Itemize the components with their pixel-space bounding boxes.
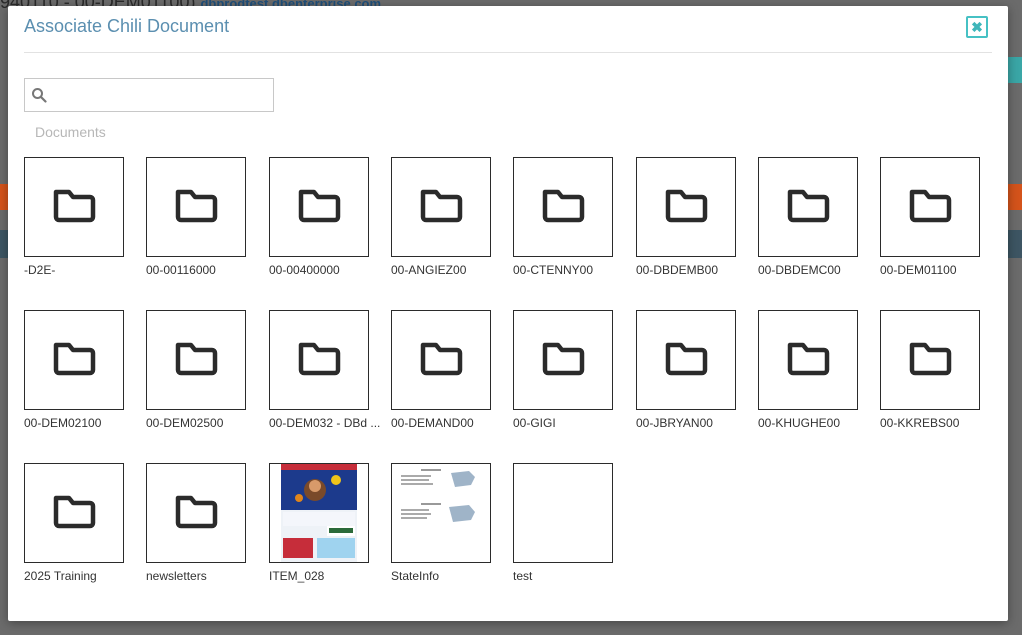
document-preview[interactable] xyxy=(513,463,613,563)
folder-tile[interactable]: 00-DEM02500 xyxy=(146,310,246,430)
background-header-bar xyxy=(1006,230,1022,258)
folder-tile[interactable]: 00-KHUGHE00 xyxy=(758,310,858,430)
tile-label: 00-DBDEMC00 xyxy=(758,263,841,277)
folder-thumbnail[interactable] xyxy=(24,157,124,257)
tile-label: ITEM_028 xyxy=(269,569,325,583)
tile-label: 00-ANGIEZ00 xyxy=(391,263,467,277)
folder-icon xyxy=(52,340,96,381)
folder-icon xyxy=(908,340,952,381)
tile-label: 2025 Training xyxy=(24,569,97,583)
search-box xyxy=(24,78,274,113)
associate-document-dialog: Associate Chili Document ✖ Documents -D2… xyxy=(8,6,1008,621)
folder-thumbnail[interactable] xyxy=(24,463,124,563)
folder-icon xyxy=(52,187,96,228)
folder-thumbnail[interactable] xyxy=(758,157,858,257)
folder-thumbnail[interactable] xyxy=(146,310,246,410)
folder-thumbnail[interactable] xyxy=(880,310,980,410)
folder-icon xyxy=(664,187,708,228)
folder-icon xyxy=(541,340,585,381)
folder-icon xyxy=(664,340,708,381)
search-input[interactable] xyxy=(53,79,272,113)
document-tile[interactable]: ITEM_028 xyxy=(269,463,369,583)
folder-tile[interactable]: 00-DEM01100 xyxy=(880,157,980,277)
folder-thumbnail[interactable] xyxy=(636,310,736,410)
folder-icon xyxy=(419,187,463,228)
folder-tile[interactable]: 00-DEMAND00 xyxy=(391,310,491,430)
folder-icon xyxy=(786,340,830,381)
tile-label: 00-DBDEMB00 xyxy=(636,263,719,277)
folder-icon xyxy=(786,187,830,228)
folder-thumbnail[interactable] xyxy=(513,157,613,257)
folder-icon xyxy=(297,187,341,228)
tile-label: 00-00400000 xyxy=(269,263,340,277)
tile-label: newsletters xyxy=(146,569,207,583)
tile-label: 00-GIGI xyxy=(513,416,556,430)
folder-thumbnail[interactable] xyxy=(146,157,246,257)
tile-label: StateInfo xyxy=(391,569,440,583)
folder-icon xyxy=(297,340,341,381)
folder-tile[interactable]: 00-DBDEMB00 xyxy=(636,157,736,277)
tile-label: 00-00116000 xyxy=(146,263,216,277)
folder-thumbnail[interactable] xyxy=(391,157,491,257)
divider xyxy=(24,52,992,53)
folder-tile[interactable]: 00-DEM032 - DBd ... xyxy=(269,310,380,430)
document-thumbnail xyxy=(281,464,357,562)
tile-label: 00-DEM02100 xyxy=(24,416,102,430)
folder-tile[interactable]: 2025 Training xyxy=(24,463,124,583)
folder-tile[interactable]: 00-DBDEMC00 xyxy=(758,157,858,277)
folder-thumbnail[interactable] xyxy=(758,310,858,410)
background-button xyxy=(1006,57,1022,83)
folder-tile[interactable]: 00-GIGI xyxy=(513,310,613,430)
document-tile[interactable]: StateInfo xyxy=(391,463,491,583)
folder-tile[interactable]: 00-DEM02100 xyxy=(24,310,124,430)
folder-tile[interactable]: 00-00400000 xyxy=(269,157,369,277)
times-icon: ✖ xyxy=(971,18,983,35)
tile-label: 00-DEM02500 xyxy=(146,416,224,430)
document-preview[interactable] xyxy=(391,463,491,563)
tile-label: 00-KHUGHE00 xyxy=(758,416,841,430)
tile-label: 00-CTENNY00 xyxy=(513,263,594,277)
folder-thumbnail[interactable] xyxy=(636,157,736,257)
close-button[interactable]: ✖ xyxy=(966,16,988,38)
folder-icon xyxy=(174,493,218,534)
document-thumbnail xyxy=(393,465,489,561)
tile-label: -D2E- xyxy=(24,263,56,277)
tile-label: test xyxy=(513,569,533,583)
document-preview[interactable] xyxy=(269,463,369,563)
folder-tile[interactable]: 00-ANGIEZ00 xyxy=(391,157,491,277)
folder-thumbnail[interactable] xyxy=(269,310,369,410)
folder-thumbnail[interactable] xyxy=(513,310,613,410)
tile-label: 00-KKREBS00 xyxy=(880,416,960,430)
folder-thumbnail[interactable] xyxy=(146,463,246,563)
folder-tile[interactable]: 00-JBRYAN00 xyxy=(636,310,736,430)
folder-tile[interactable]: 00-CTENNY00 xyxy=(513,157,613,277)
document-tile[interactable]: test xyxy=(513,463,613,583)
folder-icon xyxy=(174,340,218,381)
folder-icon xyxy=(419,340,463,381)
tile-label: 00-DEMAND00 xyxy=(391,416,474,430)
tile-label: 00-JBRYAN00 xyxy=(636,416,713,430)
folder-thumbnail[interactable] xyxy=(24,310,124,410)
folder-icon xyxy=(52,493,96,534)
folder-icon xyxy=(174,187,218,228)
folder-thumbnail[interactable] xyxy=(880,157,980,257)
background-banner xyxy=(1006,184,1022,210)
tile-label: 00-DEM032 - DBd ... xyxy=(269,416,381,430)
folder-thumbnail[interactable] xyxy=(269,157,369,257)
folder-tile[interactable]: 00-00116000 xyxy=(146,157,246,277)
documents-label: Documents xyxy=(35,124,106,140)
folder-tile[interactable]: newsletters xyxy=(146,463,246,583)
tile-label: 00-DEM01100 xyxy=(880,263,957,277)
dialog-title: Associate Chili Document xyxy=(24,16,230,36)
folder-tile[interactable]: -D2E- xyxy=(24,157,124,277)
folder-icon xyxy=(908,187,952,228)
search-icon xyxy=(32,88,47,103)
folder-tile[interactable]: 00-KKREBS00 xyxy=(880,310,980,430)
folder-icon xyxy=(541,187,585,228)
folder-thumbnail[interactable] xyxy=(391,310,491,410)
